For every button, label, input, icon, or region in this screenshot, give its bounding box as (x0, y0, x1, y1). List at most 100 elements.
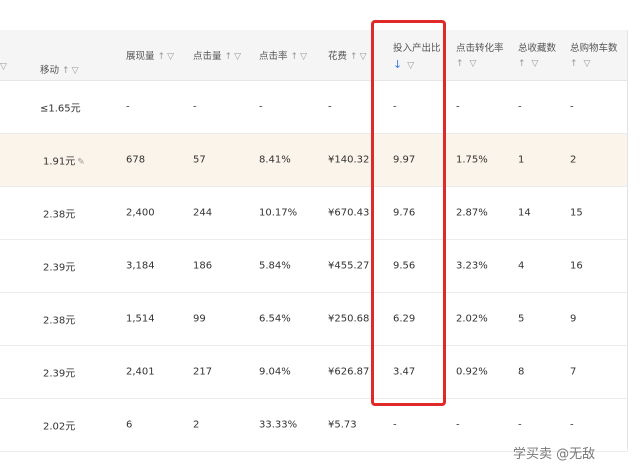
cell-ctr: 33.33% (259, 419, 298, 431)
cell-mobile-bid: 2.39元 (43, 262, 76, 274)
column-label: 点击转化率 (456, 43, 504, 54)
sort-up-icon[interactable]: ↑ (570, 59, 578, 69)
watermark: 学买卖 @无敌 (513, 447, 596, 462)
filter-icon[interactable]: ▽ (584, 59, 591, 69)
bid-value: 1.91元 (43, 156, 76, 168)
filter-icon[interactable]: ▽ (532, 59, 539, 69)
cell-favorites: 5 (518, 313, 525, 325)
favorites-sort-controls[interactable]: ↑ ▽ (518, 58, 538, 69)
column-label: 总收藏数 (518, 43, 557, 54)
cell-mobile-bid: 2.38元 (43, 315, 76, 327)
cell-favorites: - (518, 101, 522, 113)
cell-ctr: 10.17% (259, 207, 298, 219)
cell-favorites: 1 (518, 154, 525, 166)
cell-clicks: 244 (193, 207, 213, 219)
column-label: 展现量 (126, 51, 155, 62)
cell-mobile-bid: 2.02元 (43, 421, 76, 433)
cell-cvr: 1.75% (456, 154, 488, 166)
cell-favorites: 8 (518, 366, 525, 378)
sort-up-icon[interactable]: ↑ (518, 59, 526, 69)
cell-clicks: 57 (193, 154, 206, 166)
table-row[interactable]: 2.39元 2,401 217 9.04% ¥626.87 3.47 0.92%… (0, 346, 628, 399)
cell-cvr: 2.87% (456, 207, 488, 219)
table-row[interactable]: ≤1.65元 - - - - - - - - (0, 81, 628, 134)
sort-up-icon[interactable]: ↑ (158, 52, 166, 62)
filter-icon[interactable]: ▽ (360, 52, 367, 62)
cell-clicks: 99 (193, 313, 206, 325)
column-label: 总购物车数 (570, 43, 618, 54)
page-margin (628, 0, 640, 469)
cell-cart: 9 (570, 313, 577, 325)
table-row[interactable]: 2.38元 2,400 244 10.17% ¥670.43 9.76 2.87… (0, 187, 628, 240)
sort-up-icon[interactable]: ↑ (225, 52, 233, 62)
cell-cvr: 0.92% (456, 366, 488, 378)
table-row[interactable]: 1.91元 ✎ 678 57 8.41% ¥140.32 9.97 1.75% 1… (0, 134, 628, 187)
table-row[interactable]: 2.39元 3,184 186 5.84% ¥455.27 9.56 3.23%… (0, 240, 628, 293)
column-header-clicks[interactable]: 点击量 ↑ ▽ (193, 48, 241, 62)
data-table: ▽ 移动 ↑ ▽ 展现量 ↑ ▽ 点击量 ↑ ▽ 点击率 ↑ ▽ 花费 ↑ ▽ 投入产出比 ↓ ▽ 点… (0, 0, 640, 469)
cell-favorites: 4 (518, 260, 525, 272)
cell-clicks: 217 (193, 366, 213, 378)
cell-impressions: 678 (126, 154, 146, 166)
cell-clicks: 2 (193, 419, 200, 431)
cell-favorites: 14 (518, 207, 531, 219)
column-header-cart[interactable]: 总购物车数 (570, 40, 618, 54)
filter-icon[interactable]: ▽ (300, 52, 307, 62)
column-header-ctr[interactable]: 点击率 ↑ ▽ (259, 48, 307, 62)
cell-ctr: - (259, 101, 263, 113)
sort-up-icon[interactable]: ↑ (62, 66, 70, 76)
cell-impressions: 1,514 (126, 313, 155, 325)
column-header-cvr[interactable]: 点击转化率 (456, 40, 504, 54)
cell-cart: 16 (570, 260, 583, 272)
cell-impressions: 3,184 (126, 260, 155, 272)
cell-cvr: - (456, 419, 460, 431)
column-header-cost[interactable]: 花费 ↑ ▽ (328, 48, 366, 62)
column-header-impressions[interactable]: 展现量 ↑ ▽ (126, 48, 174, 62)
cell-roi: - (393, 419, 397, 431)
cell-favorites: - (518, 419, 522, 431)
column-label: 点击量 (193, 51, 222, 62)
cell-mobile-bid: 2.38元 (43, 209, 76, 221)
cell-cost: ¥455.27 (328, 260, 370, 272)
cvr-sort-controls[interactable]: ↑ ▽ (456, 58, 476, 69)
roi-column-highlight (371, 20, 446, 406)
cell-cost: ¥5.73 (328, 419, 357, 431)
column-label: 移动 (40, 65, 60, 76)
cell-ctr: 5.84% (259, 260, 291, 272)
filter-icon[interactable]: ▽ (234, 52, 241, 62)
column-label: 花费 (328, 51, 348, 62)
cell-cart: - (570, 101, 574, 113)
cell-cvr: 2.02% (456, 313, 488, 325)
cell-cart: 2 (570, 154, 577, 166)
edit-icon[interactable]: ✎ (77, 158, 85, 168)
cell-mobile-bid: ≤1.65元 (40, 103, 81, 115)
cell-impressions: 2,400 (126, 207, 155, 219)
cell-cvr: - (456, 101, 460, 113)
cart-sort-controls[interactable]: ↑ ▽ (570, 58, 590, 69)
cell-impressions: 2,401 (126, 366, 155, 378)
cell-cvr: 3.23% (456, 260, 488, 272)
filter-icon[interactable]: ▽ (0, 62, 7, 72)
cell-cart: 7 (570, 366, 577, 378)
filter-icon[interactable]: ▽ (470, 59, 477, 69)
cell-clicks: - (193, 101, 197, 113)
sort-up-icon[interactable]: ↑ (456, 59, 464, 69)
cell-impressions: 6 (126, 419, 133, 431)
cell-cost: ¥140.32 (328, 154, 370, 166)
sort-up-icon[interactable]: ↑ (291, 52, 299, 62)
cell-clicks: 186 (193, 260, 213, 272)
cell-cost: - (328, 101, 332, 113)
column-header-mobile[interactable]: 移动 ↑ ▽ (40, 62, 78, 76)
cell-cost: ¥250.68 (328, 313, 370, 325)
table-header (0, 30, 628, 81)
table-row[interactable]: 2.38元 1,514 99 6.54% ¥250.68 6.29 2.02% … (0, 293, 628, 346)
sort-up-icon[interactable]: ↑ (350, 52, 358, 62)
cell-ctr: 8.41% (259, 154, 291, 166)
filter-icon[interactable]: ▽ (167, 52, 174, 62)
cell-cart: 15 (570, 207, 583, 219)
filter-icon[interactable]: ▽ (72, 66, 79, 76)
cell-mobile-bid[interactable]: 1.91元 ✎ (43, 153, 85, 168)
cell-cost: ¥626.87 (328, 366, 370, 378)
cell-cart: - (570, 419, 574, 431)
column-header-favorites[interactable]: 总收藏数 (518, 40, 556, 54)
